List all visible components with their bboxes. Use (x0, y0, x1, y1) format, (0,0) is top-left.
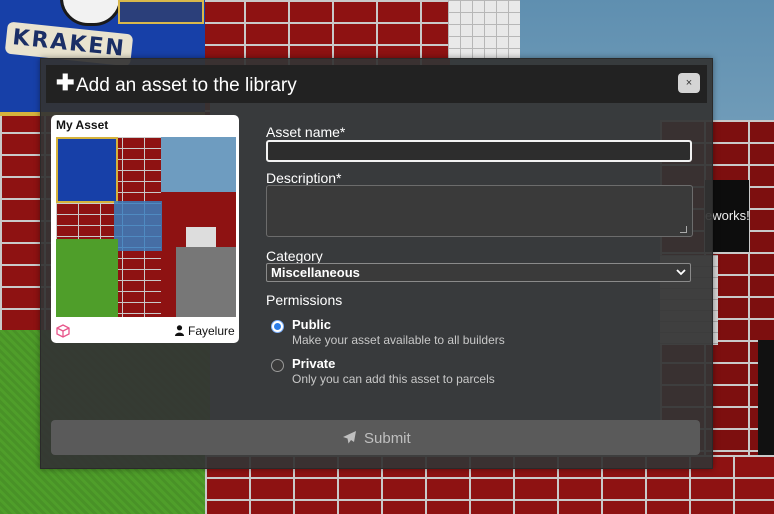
asset-name-label: Asset name* (266, 124, 346, 140)
plus-icon: ✚ (56, 70, 75, 95)
description-textarea[interactable] (266, 185, 693, 237)
send-icon (343, 431, 356, 444)
submit-label: Submit (364, 430, 411, 447)
modal-header: ✚ Add an asset to the library × (46, 65, 707, 103)
asset-name-input[interactable] (266, 140, 692, 162)
public-option-title[interactable]: Public (292, 317, 331, 332)
private-option-title[interactable]: Private (292, 356, 335, 371)
resize-handle-icon[interactable] (680, 226, 687, 233)
banner-crest (60, 0, 122, 26)
asset-preview-name: My Asset (56, 118, 109, 132)
thumb-road (176, 247, 236, 317)
thumb-block (186, 227, 216, 247)
permissions-label: Permissions (266, 292, 343, 308)
thumb-grass (56, 239, 118, 317)
submit-button[interactable]: Submit (51, 420, 700, 455)
private-option-description: Only you can add this asset to parcels (292, 372, 495, 386)
close-button[interactable]: × (678, 73, 700, 93)
thumb-window (114, 201, 162, 251)
category-label: Category (266, 248, 323, 264)
modal-title: Add an asset to the library (76, 75, 297, 96)
user-icon (175, 325, 184, 336)
thumb-banner (56, 137, 118, 203)
chevron-down-icon (676, 269, 686, 276)
description-label: Description* (266, 170, 342, 186)
add-asset-modal: ✚ Add an asset to the library × My Asset… (40, 58, 713, 469)
close-icon: × (685, 77, 693, 89)
building (448, 0, 520, 58)
thumb-sky (161, 137, 236, 192)
category-select[interactable]: Miscellaneous (266, 263, 691, 282)
banner-frame (118, 0, 204, 24)
asset-author: Fayelure (188, 324, 235, 338)
category-selected-value: Miscellaneous (271, 265, 360, 280)
cube-icon (56, 324, 70, 338)
public-radio[interactable] (271, 320, 284, 333)
asset-thumbnail (56, 137, 236, 317)
public-option-description: Make your asset available to all builder… (292, 333, 505, 347)
asset-preview-card: My Asset Fayelure (51, 115, 239, 343)
private-radio[interactable] (271, 359, 284, 372)
